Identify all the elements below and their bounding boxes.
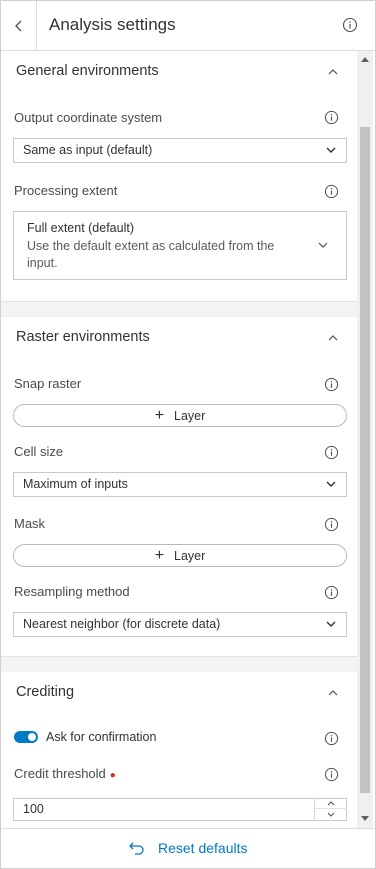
reset-defaults-button[interactable]: Reset defaults — [129, 840, 248, 856]
info-icon[interactable] — [324, 585, 339, 600]
chevron-down-icon — [326, 621, 336, 627]
section-divider — [1, 656, 357, 672]
section-header-general[interactable]: General environments — [1, 51, 357, 91]
select-value: Same as input (default) — [23, 143, 153, 157]
snap-raster-label: Snap raster — [14, 376, 82, 391]
processing-extent-select[interactable]: Full extent (default) Use the default ex… — [13, 211, 347, 280]
settings-scroll-area: General environments Output coordinate s… — [1, 51, 357, 828]
chevron-up-icon — [328, 335, 338, 341]
section-header-crediting[interactable]: Crediting — [1, 672, 357, 712]
chevron-down-icon — [318, 242, 328, 248]
info-icon[interactable] — [324, 377, 339, 392]
section-divider — [1, 301, 357, 317]
info-icon[interactable] — [324, 110, 339, 125]
section-title: General environments — [16, 63, 159, 79]
extent-description: Use the default extent as calculated fro… — [27, 239, 275, 270]
chevron-up-icon — [328, 69, 338, 75]
undo-icon — [129, 842, 144, 855]
stepper-down-button[interactable] — [315, 809, 347, 819]
info-icon[interactable] — [324, 731, 339, 746]
panel-header: Analysis settings — [1, 1, 375, 51]
scroll-down-icon[interactable] — [361, 816, 369, 821]
section-title: Raster environments — [16, 329, 150, 345]
ask-confirmation-toggle[interactable] — [14, 731, 38, 743]
info-icon[interactable] — [324, 445, 339, 460]
cell-size-select[interactable]: Maximum of inputs — [13, 472, 347, 497]
analysis-settings-panel: Analysis settings General environments O… — [0, 0, 376, 869]
credit-threshold-text: Credit threshold — [14, 766, 106, 781]
ask-confirmation-label: Ask for confirmation — [46, 730, 157, 744]
input-value: 100 — [23, 802, 44, 816]
extent-title: Full extent (default) — [27, 221, 134, 235]
required-indicator: ● — [109, 770, 116, 781]
chevron-down-icon — [326, 481, 336, 487]
scrollbar-thumb[interactable] — [360, 127, 370, 793]
cell-size-label: Cell size — [14, 444, 64, 459]
chevron-up-icon — [328, 690, 338, 696]
chevron-left-icon — [14, 20, 21, 32]
button-label: Layer — [174, 408, 206, 423]
section-title: Crediting — [16, 684, 75, 700]
chevron-down-icon — [326, 147, 336, 153]
stepper-up-button[interactable] — [315, 799, 347, 809]
chevron-down-icon — [327, 812, 335, 817]
reset-defaults-label: Reset defaults — [158, 840, 248, 856]
credit-threshold-input[interactable]: 100 — [13, 798, 347, 821]
plus-icon: + — [154, 406, 165, 424]
select-value: Nearest neighbor (for discrete data) — [23, 617, 221, 631]
mask-label: Mask — [14, 516, 46, 531]
button-label: Layer — [174, 548, 206, 563]
processing-extent-label: Processing extent — [14, 183, 118, 198]
snap-raster-layer-button[interactable]: + Layer — [13, 404, 347, 427]
back-button[interactable] — [1, 1, 37, 51]
select-value: Maximum of inputs — [23, 477, 128, 491]
scroll-up-icon[interactable] — [361, 57, 369, 62]
output-coordinate-system-label: Output coordinate system — [14, 110, 163, 125]
info-icon[interactable] — [324, 184, 339, 199]
page-title: Analysis settings — [49, 15, 176, 34]
toggle-knob — [28, 733, 36, 741]
chevron-up-icon — [327, 801, 335, 806]
quantity-stepper — [314, 799, 347, 820]
info-icon[interactable] — [324, 517, 339, 532]
resampling-method-label: Resampling method — [14, 584, 130, 599]
output-coordinate-system-select[interactable]: Same as input (default) — [13, 138, 347, 163]
info-icon[interactable] — [342, 17, 358, 33]
mask-layer-button[interactable]: + Layer — [13, 544, 347, 567]
panel-footer: Reset defaults — [1, 828, 375, 868]
info-icon[interactable] — [324, 767, 339, 782]
section-header-raster[interactable]: Raster environments — [1, 317, 357, 357]
credit-threshold-label: Credit threshold ● — [14, 766, 116, 781]
resampling-method-select[interactable]: Nearest neighbor (for discrete data) — [13, 612, 347, 637]
plus-icon: + — [154, 546, 165, 564]
